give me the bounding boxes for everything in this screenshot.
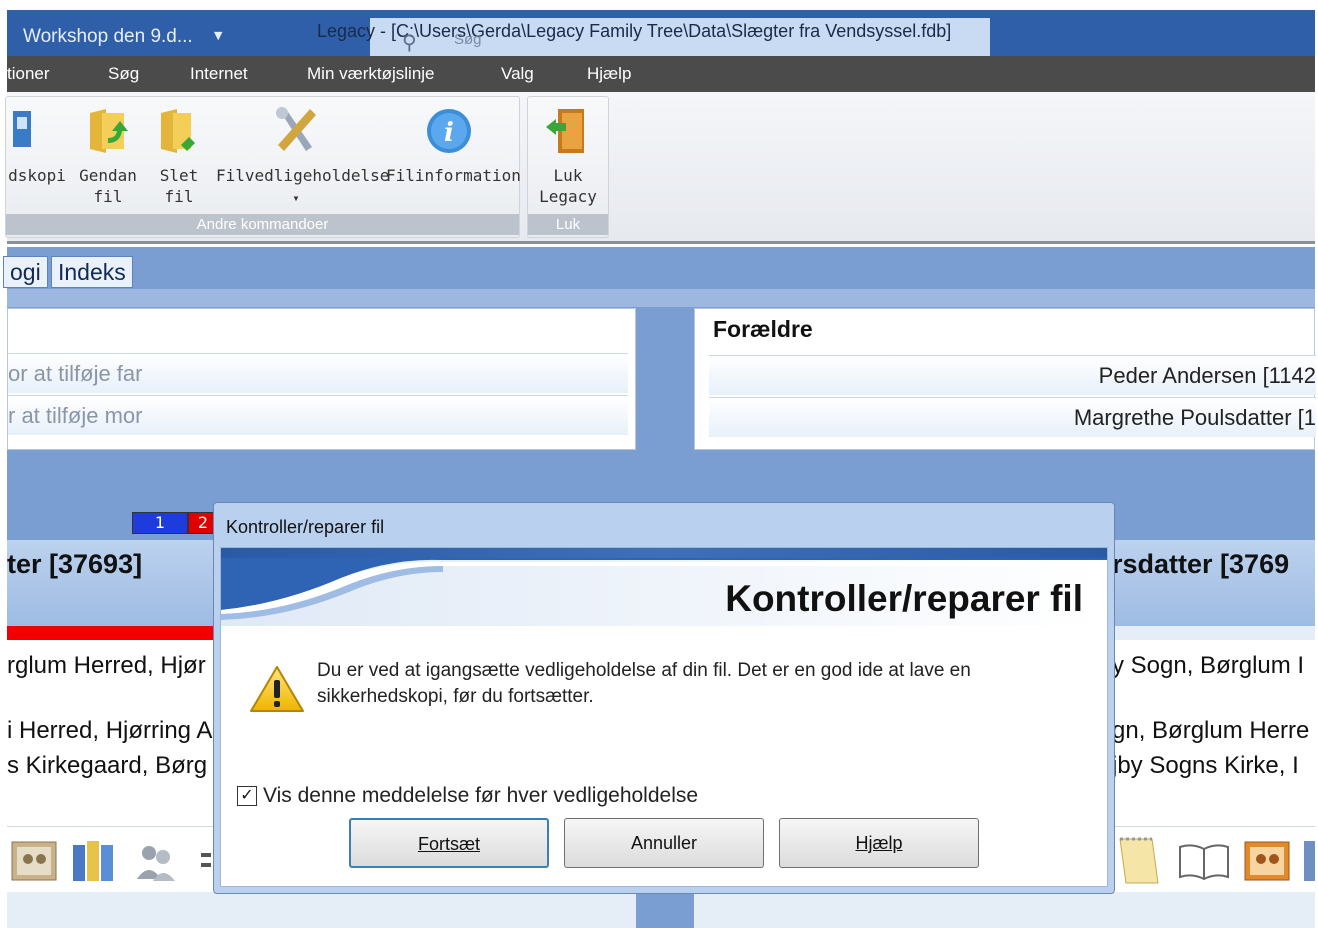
right-parents-panel: Forældre Peder Andersen [1142 Margrethe … [694, 308, 1316, 450]
right-death-place: gn, Børglum Herre [1112, 717, 1310, 744]
restore-file-button[interactable]: Gendan fil [70, 105, 146, 207]
cancel-button[interactable]: Annuller [564, 818, 764, 868]
tab-genealogy[interactable]: ogi [3, 256, 48, 288]
menu-bar: tioner Søg Internet Min værktøjslinje Va… [7, 56, 1315, 92]
picture-icon[interactable] [11, 841, 57, 881]
file-information-button[interactable]: i Filinformation [386, 105, 521, 186]
left-burial-place: s Kirkegaard, Børg [7, 752, 208, 779]
title-bar: Workshop den 9.d... ▼ Legacy - [C:\Users… [7, 10, 1315, 56]
parents-heading: Forældre [713, 316, 813, 342]
delete-file-button[interactable]: Slet fil [148, 105, 210, 207]
checkbox-label: Vis denne meddelelse før hver vedligehol… [263, 784, 699, 807]
right-bottom-strip [694, 910, 1315, 928]
delete-file-icon [161, 109, 195, 153]
dialog-heading: Kontroller/reparer fil [725, 578, 1083, 619]
picture-icon[interactable] [1244, 841, 1290, 881]
badge-1[interactable]: 1 [132, 512, 188, 534]
right-burial-place: jby Sogns Kirke, I [1112, 752, 1299, 779]
right-birth-place: y Sogn, Børglum I [1112, 652, 1305, 679]
backup-icon [13, 111, 31, 147]
add-mother-row[interactable]: r at tilføje mor [8, 395, 628, 435]
people-icon[interactable] [135, 841, 179, 881]
dialog-title: Kontroller/reparer fil [226, 517, 385, 537]
show-message-checkbox[interactable]: ✓ Vis denne meddelelse før hver vedligeh… [237, 784, 698, 808]
tab-strip [7, 289, 1315, 307]
left-death-place: i Herred, Hjørring A [7, 717, 213, 744]
menu-item-valg[interactable]: Valg [501, 64, 534, 84]
info-icon: i [427, 109, 471, 153]
right-person-name[interactable]: rsdatter [3769 [1112, 549, 1289, 580]
dialog-message: Du er ved at igangsætte vedligeholdelse … [317, 660, 971, 707]
exit-door-icon [546, 109, 584, 153]
menu-item-sog[interactable]: Søg [108, 64, 139, 84]
workshop-title[interactable]: Workshop den 9.d... [23, 26, 193, 48]
backup-button[interactable]: dskopi [6, 105, 68, 186]
ribbon-group-label: Andre kommandoer [6, 214, 519, 235]
ribbon-group-other-commands: dskopi Gendan fil Slet fil Filvedligeholde… [5, 96, 521, 238]
dialog-body: Kontroller/reparer fil Du er ved at igan… [220, 547, 1108, 887]
continue-button[interactable]: Fortsæt [349, 818, 549, 868]
tab-index[interactable]: Indeks [51, 256, 133, 288]
file-maintenance-button[interactable]: Filvedligeholdelse ▾ [216, 105, 389, 209]
warning-icon [250, 666, 304, 712]
mother-row[interactable]: Margrethe Poulsdatter [1 [709, 397, 1316, 437]
chevron-down-icon[interactable]: ▼ [214, 29, 222, 42]
svg-text:i: i [444, 118, 454, 148]
open-book-icon[interactable] [1178, 841, 1230, 881]
left-bottom-strip [7, 910, 636, 928]
ribbon-group-close: Luk Legacy Luk [527, 96, 609, 238]
left-person-name[interactable]: ter [37693] [7, 549, 142, 580]
repair-file-dialog: Kontroller/reparer fil Kontroller/repare… [213, 502, 1115, 894]
ribbon-group-label: Luk [528, 214, 608, 235]
menu-item-internet[interactable]: Internet [190, 64, 248, 84]
tools-icon [276, 107, 316, 151]
checkbox[interactable]: ✓ [237, 786, 257, 806]
left-parents-panel: or at tilføje far r at tilføje mor [7, 308, 636, 450]
add-father-row[interactable]: or at tilføje far [8, 353, 628, 393]
search-label[interactable]: Søg [454, 31, 482, 48]
search-icon[interactable]: ⚲ [402, 30, 417, 54]
menu-item-tioner[interactable]: tioner [7, 64, 50, 84]
notes-icon[interactable] [1114, 835, 1164, 887]
scroll-edge [1304, 841, 1315, 881]
close-legacy-button[interactable]: Luk Legacy [532, 105, 604, 207]
left-birth-place: rglum Herred, Hjør [7, 652, 206, 679]
father-row[interactable]: Peder Andersen [1142 [709, 355, 1316, 395]
menu-item-toolbar[interactable]: Min værktøjslinje [307, 64, 435, 84]
red-indicator-bar [7, 626, 217, 640]
books-icon[interactable] [69, 837, 119, 883]
menu-item-help[interactable]: Hjælp [587, 64, 631, 84]
ribbon: dskopi Gendan fil Slet fil Filvedligeholde… [5, 92, 1315, 244]
restore-folder-icon [90, 109, 128, 153]
help-button[interactable]: Hjælp [779, 818, 979, 868]
